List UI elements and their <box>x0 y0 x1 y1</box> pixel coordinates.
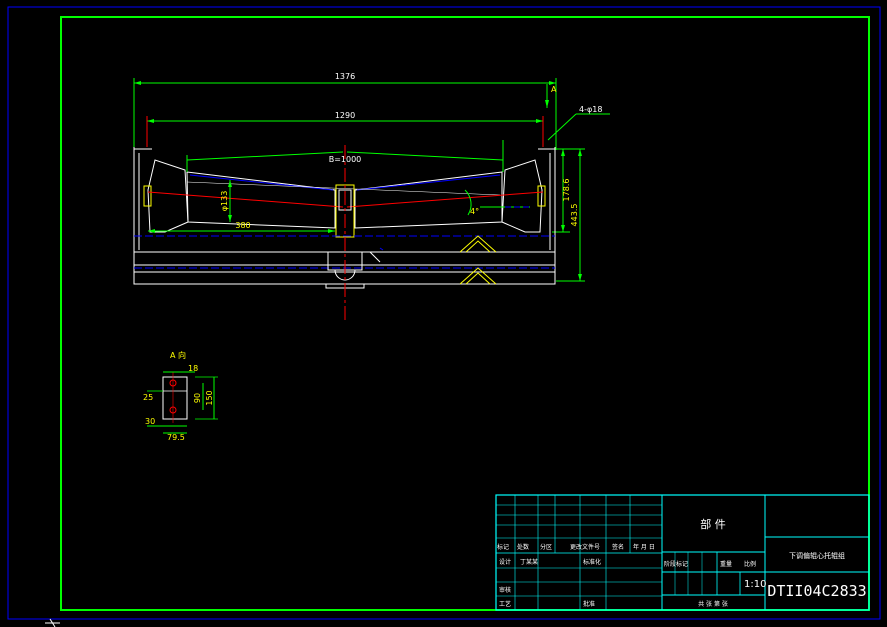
section-marker-a: A <box>551 85 557 94</box>
detail-a-title: A 向 <box>170 350 186 360</box>
tb-process-label: 工艺 <box>499 600 511 608</box>
tb-sheet-label: 共 张 第 张 <box>698 600 728 608</box>
tb-scale: 1:10 <box>744 579 766 590</box>
tb-stage-header-2: 比例 <box>744 560 756 568</box>
title-block: 标记 处数 分区 更改文件号 签名 年 月 日 设计 丁某某 标准化 审核 工艺… <box>495 494 870 611</box>
tb-rev-header-5: 年 月 日 <box>633 543 655 551</box>
dim-height-total: 443.5 <box>570 204 579 227</box>
detail-a-view: A 向 18 25 30 79.5 90 150 <box>143 350 218 442</box>
dim-roller-dia: φ133 <box>220 191 229 212</box>
detail-dim-bottom-left: 30 <box>145 417 155 426</box>
tb-rev-header-4: 签名 <box>612 543 624 551</box>
tb-drawing-number: DTII04C2833 <box>767 582 866 600</box>
tb-product-name: 下调偏辊心托辊组 <box>789 551 845 560</box>
dim-hole-callout: 4-φ18 <box>579 105 602 114</box>
outer-border <box>7 6 881 620</box>
tb-stage-header-1: 重量 <box>720 560 732 568</box>
drawing-frame <box>60 16 870 611</box>
tb-rev-header-0: 标记 <box>497 543 509 551</box>
dim-bolt-spacing: 1290 <box>335 111 355 120</box>
tb-rev-header-3: 更改文件号 <box>570 543 600 551</box>
dim-height-upper: 178.6 <box>562 179 571 202</box>
detail-dim-outer: 150 <box>205 390 214 405</box>
idler-assembly-view: 1376 1290 A 4-φ18 178.6 443.5 B=1000 φ13… <box>133 72 610 322</box>
detail-dim-inner: 90 <box>193 393 202 403</box>
tb-design-label: 设计 <box>499 558 511 566</box>
tb-rev-header-1: 处数 <box>517 543 529 551</box>
dim-overall-width: 1376 <box>335 72 355 81</box>
cad-drawing-canvas: 1376 1290 A 4-φ18 178.6 443.5 B=1000 φ13… <box>7 6 881 627</box>
tb-approve-label: 批准 <box>583 600 595 608</box>
tb-rev-header-2: 分区 <box>540 543 552 551</box>
tb-standardize-label: 标准化 <box>583 558 601 566</box>
tb-designer: 丁某某 <box>520 559 538 566</box>
detail-dim-bottom: 79.5 <box>167 433 185 442</box>
dim-roller-length: 380 <box>235 221 250 230</box>
tb-part-label: 部 件 <box>700 517 726 531</box>
detail-dim-left: 25 <box>143 393 153 402</box>
detail-dim-top: 18 <box>188 364 198 373</box>
tb-stage-header-0: 阶段标记 <box>664 560 688 568</box>
dim-tilt-angle: 4° <box>470 207 479 216</box>
tb-review-label: 审核 <box>499 586 511 594</box>
